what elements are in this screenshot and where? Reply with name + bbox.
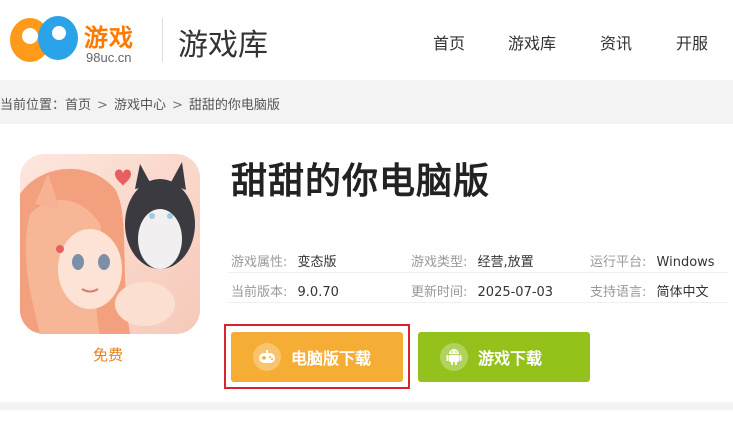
info-label: 游戏类型: bbox=[411, 255, 468, 270]
info-platform: 运行平台: Windows bbox=[590, 251, 715, 270]
logo-domain: 98uc.cn bbox=[86, 50, 132, 65]
nav-news[interactable]: 资讯 bbox=[600, 30, 632, 54]
info-type: 游戏类型: 经营,放置 bbox=[411, 251, 534, 270]
info-divider bbox=[228, 272, 728, 273]
info-value: 2025-07-03 bbox=[477, 285, 554, 300]
game-download-label: 游戏下载 bbox=[478, 349, 543, 368]
site-logo[interactable]: 游戏 98uc.cn bbox=[10, 10, 150, 70]
game-download-button[interactable]: 游戏下载 bbox=[418, 332, 590, 382]
game-detail-card: 免费 甜甜的你电脑版 游戏属性: 变态版 游戏类型: 经营,放置 运行平台: W… bbox=[0, 124, 733, 402]
info-label: 运行平台: bbox=[590, 255, 647, 270]
price-label: 免费 bbox=[93, 346, 124, 364]
logo-nine-hole bbox=[22, 28, 38, 44]
info-value: 简体中文 bbox=[656, 285, 709, 300]
info-attribute: 游戏属性: 变态版 bbox=[231, 251, 337, 270]
logo-eight-hole bbox=[52, 26, 66, 40]
breadcrumb-separator: > bbox=[171, 98, 183, 113]
next-section-bar bbox=[0, 410, 733, 441]
breadcrumb: 当前位置：首页 > 游戏中心 > 甜甜的你电脑版 bbox=[0, 94, 280, 113]
info-language: 支持语言: 简体中文 bbox=[590, 281, 709, 300]
page-section-title: 游戏库 bbox=[178, 28, 268, 63]
info-label: 支持语言: bbox=[590, 285, 647, 300]
breadcrumb-prefix: 当前位置： bbox=[0, 98, 66, 113]
game-title: 甜甜的你电脑版 bbox=[231, 161, 491, 202]
info-value: 经营,放置 bbox=[477, 255, 534, 270]
android-icon bbox=[440, 343, 468, 371]
breadcrumb-separator: > bbox=[97, 98, 108, 113]
game-cover-image[interactable] bbox=[20, 154, 200, 334]
logo-text: 游戏 bbox=[84, 24, 134, 52]
info-divider bbox=[228, 302, 728, 303]
cover-illustration bbox=[20, 154, 200, 334]
info-label: 更新时间: bbox=[411, 285, 468, 300]
nav-server[interactable]: 开服 bbox=[676, 30, 708, 54]
breadcrumb-home[interactable]: 首页 bbox=[65, 98, 91, 113]
highlight-box bbox=[224, 324, 410, 389]
info-value: Windows bbox=[656, 255, 715, 270]
nav-game-library[interactable]: 游戏库 bbox=[508, 30, 556, 54]
breadcrumb-current[interactable]: 甜甜的你电脑版 bbox=[189, 98, 280, 113]
info-update-time: 更新时间: 2025-07-03 bbox=[411, 281, 553, 300]
info-label: 当前版本: bbox=[231, 285, 288, 300]
info-value: 变态版 bbox=[297, 255, 337, 270]
info-value: 9.0.70 bbox=[297, 285, 339, 300]
header-divider bbox=[162, 18, 163, 62]
info-version: 当前版本: 9.0.70 bbox=[231, 281, 339, 300]
site-header: 游戏 98uc.cn 游戏库 首页 游戏库 资讯 开服 bbox=[0, 0, 733, 80]
nav-home[interactable]: 首页 bbox=[433, 30, 465, 54]
breadcrumb-game-center[interactable]: 游戏中心 bbox=[114, 98, 166, 113]
info-label: 游戏属性: bbox=[231, 255, 288, 270]
